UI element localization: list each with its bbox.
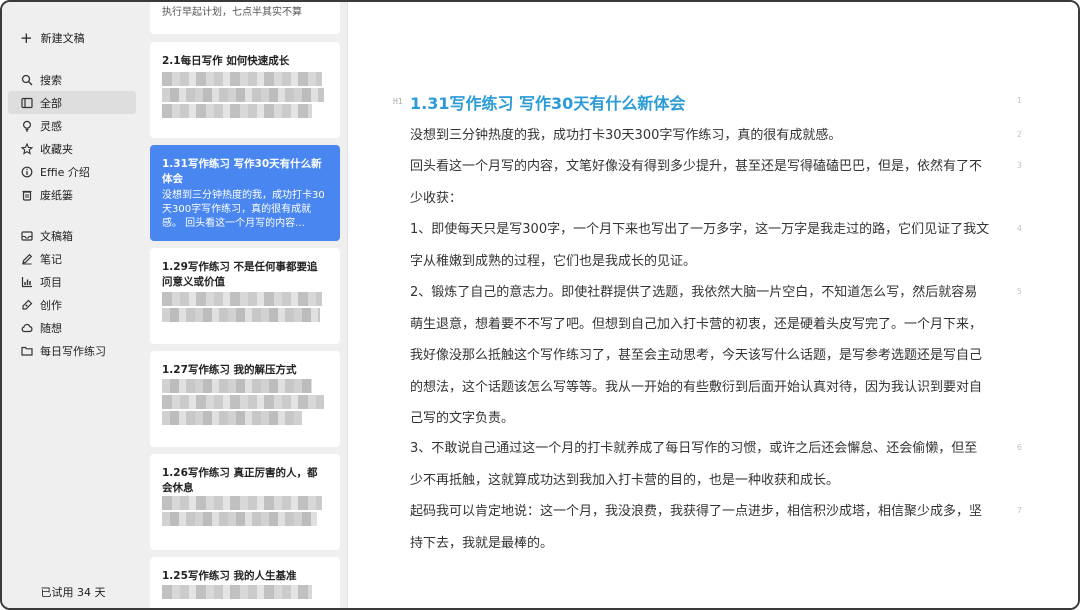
lightbulb-icon [20, 119, 34, 133]
redacted-text [162, 411, 302, 425]
redacted-text [162, 395, 324, 409]
sidebar-item-label: 笔记 [40, 252, 62, 266]
folder-icon [20, 96, 34, 110]
new-doc-label: 新建文稿 [40, 32, 85, 45]
paragraph[interactable]: 2、锻炼了自己的意志力。即使社群提供了选题，我依然大脑一片空白，不知道怎么写，然… [410, 277, 990, 435]
pencil-icon [20, 252, 34, 266]
list-item[interactable]: 1.27写作练习 我的解压方式 [150, 351, 340, 447]
sidebar-item-favorites[interactable]: 收藏夹 [8, 137, 136, 160]
app-window: + 新建文稿 搜索 全部 灵感 收藏夹 Effie 介绍 废纸篓 文稿箱 笔记 … [0, 0, 1080, 610]
list-item[interactable]: 1.25写作练习 我的人生基准 [150, 557, 340, 608]
line-number: 4 [1016, 224, 1022, 233]
nav-secondary: 文稿箱 笔记 项目 创作 随想 每日写作练习 [2, 224, 144, 362]
sidebar-item-label: 废纸篓 [40, 188, 73, 202]
redacted-text [162, 292, 322, 306]
sidebar-item-thoughts[interactable]: 随想 [8, 316, 136, 339]
folder-icon [20, 344, 34, 358]
trash-icon [20, 188, 34, 202]
sidebar-item-label: 全部 [40, 96, 62, 110]
sidebar-item-label: 灵感 [40, 119, 62, 133]
sidebar-item-projects[interactable]: 项目 [8, 270, 136, 293]
nav-primary: 搜索 全部 灵感 收藏夹 Effie 介绍 废纸篓 [2, 68, 144, 206]
list-item-title: 1.27写作练习 我的解压方式 [162, 364, 297, 376]
redacted-text [162, 88, 324, 102]
line-number: 7 [1016, 506, 1022, 515]
redacted-text [162, 379, 312, 393]
list-item[interactable]: 1.26写作练习 真正厉害的人，都会休息 [150, 454, 340, 550]
list-item-title: 2.1每日写作 如何快速成长 [162, 55, 290, 67]
list-item-title: 1.25写作练习 我的人生基准 [162, 570, 297, 582]
line-number: 5 [1016, 287, 1022, 296]
sidebar-item-label: 搜索 [40, 73, 62, 87]
line-number: 2 [1016, 130, 1022, 139]
list-item-title: 1.26写作练习 真正厉害的人，都会休息 [162, 467, 318, 494]
new-doc-button[interactable]: + 新建文稿 [2, 28, 144, 48]
info-icon [20, 165, 34, 179]
redacted-text [162, 585, 312, 599]
redacted-text [162, 72, 322, 86]
paragraph[interactable]: 1、即使每天只是写300字，一个月下来也写出了一万多字，这一万字是我走过的路，它… [410, 214, 990, 277]
redacted-text [162, 308, 320, 322]
sidebar-item-notes[interactable]: 笔记 [8, 247, 136, 270]
redacted-text [162, 496, 322, 510]
sidebar-item-label: 随想 [40, 321, 62, 335]
sidebar-item-trash[interactable]: 废纸篓 [8, 183, 136, 206]
paragraph[interactable]: 没想到三分钟热度的我，成功打卡30天300字写作练习，真的很有成就感。 [410, 120, 990, 152]
chart-icon [20, 275, 34, 289]
line-number: 3 [1016, 161, 1022, 170]
line-number: 6 [1016, 443, 1022, 452]
plus-icon: + [20, 28, 33, 47]
star-icon [20, 142, 34, 156]
list-item-title: 1.31写作练习 写作30天有什么新体会 [162, 158, 322, 185]
list-item-preview: 没想到三分钟热度的我，成功打卡30天300字写作练习，真的很有成就感。 回头看这… [162, 190, 325, 229]
sidebar-item-label: 文稿箱 [40, 229, 73, 243]
list-item-selected[interactable]: 1.31写作练习 写作30天有什么新体会 没想到三分钟热度的我，成功打卡30天3… [150, 145, 340, 241]
sidebar-item-all[interactable]: 全部 [8, 91, 136, 114]
list-item[interactable]: 执行早起计划，七点半其实不算 [150, 2, 340, 34]
paragraph[interactable]: 回头看这一个月写的内容，文笔好像没有得到多少提升，甚至还是写得磕磕巴巴，但是，依… [410, 151, 990, 214]
pen-icon [20, 298, 34, 312]
sidebar-item-inspiration[interactable]: 灵感 [8, 114, 136, 137]
heading-level-tag: H1 [393, 97, 403, 106]
redacted-text [162, 104, 312, 118]
trial-status: 已试用 34 天 [40, 586, 106, 599]
list-item[interactable]: 2.1每日写作 如何快速成长 [150, 42, 340, 138]
sidebar-item-label: 创作 [40, 298, 62, 312]
sidebar: + 新建文稿 搜索 全部 灵感 收藏夹 Effie 介绍 废纸篓 文稿箱 笔记 … [2, 2, 144, 608]
editor[interactable]: H1 1.31写作练习 写作30天有什么新体会 没想到三分钟热度的我，成功打卡3… [348, 2, 1078, 608]
document-list[interactable]: 执行早起计划，七点半其实不算 2.1每日写作 如何快速成长 1.31写作练习 写… [144, 2, 348, 608]
document-title[interactable]: 1.31写作练习 写作30天有什么新体会 [410, 90, 685, 114]
sidebar-item-creation[interactable]: 创作 [8, 293, 136, 316]
list-item-preview: 执行早起计划，七点半其实不算 [162, 7, 302, 18]
sidebar-item-effie-intro[interactable]: Effie 介绍 [8, 160, 136, 183]
redacted-text [162, 512, 317, 526]
sidebar-item-inbox[interactable]: 文稿箱 [8, 224, 136, 247]
list-item-title: 1.29写作练习 不是任何事都要追问意义或价值 [162, 261, 318, 288]
cloud-icon [20, 321, 34, 335]
sidebar-item-label: 项目 [40, 275, 62, 289]
sidebar-item-daily-writing[interactable]: 每日写作练习 [8, 339, 136, 362]
list-item[interactable]: 1.29写作练习 不是任何事都要追问意义或价值 [150, 248, 340, 344]
paragraph[interactable]: 3、不敢说自己通过这一个月的打卡就养成了每日写作的习惯，或许之后还会懈怠、还会偷… [410, 433, 990, 496]
sidebar-item-label: Effie 介绍 [40, 165, 90, 179]
sidebar-item-label: 收藏夹 [40, 142, 73, 156]
paragraph[interactable]: 起码我可以肯定地说：这一个月，我没浪费，我获得了一点进步，相信积沙成塔，相信聚少… [410, 496, 990, 559]
sidebar-item-search[interactable]: 搜索 [8, 68, 136, 91]
sidebar-item-label: 每日写作练习 [40, 344, 106, 358]
inbox-icon [20, 229, 34, 243]
search-icon [20, 73, 34, 87]
line-number: 1 [1016, 96, 1022, 105]
